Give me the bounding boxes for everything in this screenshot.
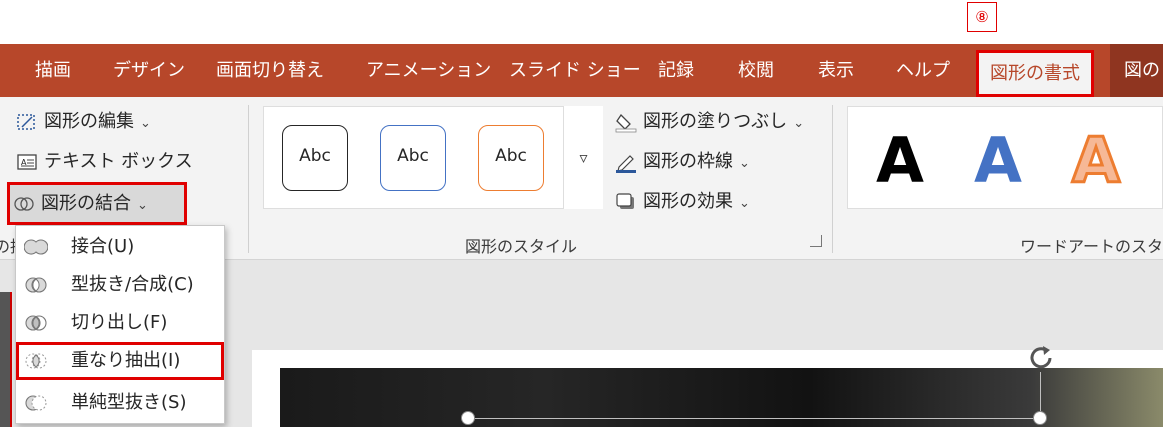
- style-swatch-orange[interactable]: Abc: [478, 125, 544, 191]
- slide-thumbnail[interactable]: [0, 292, 12, 427]
- shape-outline-button[interactable]: 図形の枠線 ⌄: [615, 147, 750, 177]
- tab-record[interactable]: 記録: [658, 44, 694, 97]
- text-box-label: テキスト ボックス: [44, 151, 193, 172]
- menu-item-intersect[interactable]: 重なり抽出(I): [16, 342, 224, 380]
- tab-picture-format[interactable]: 図の: [1110, 44, 1163, 97]
- wordart-styles-gallery: A A A: [847, 106, 1163, 209]
- merge-shapes-label: 図形の結合: [41, 193, 131, 214]
- chevron-down-icon: ⌄: [793, 116, 805, 131]
- style-swatch-blue[interactable]: Abc: [380, 125, 446, 191]
- shape-outline-label: 図形の枠線: [643, 151, 733, 172]
- menu-item-label: 型抜き/合成(C): [71, 274, 194, 295]
- edit-shape-label: 図形の編集: [44, 111, 134, 132]
- menu-item-label: 重なり抽出(I): [71, 350, 181, 371]
- subtract-icon: [25, 395, 47, 411]
- group-divider: [832, 105, 833, 253]
- menu-item-fragment[interactable]: 切り出し(F): [16, 304, 224, 342]
- edit-shape-button[interactable]: 図形の編集 ⌄: [16, 107, 151, 137]
- shape-styles-group-label: 図形のスタイル: [465, 237, 578, 256]
- tab-view[interactable]: 表示: [818, 44, 854, 97]
- menu-item-subtract[interactable]: 単純型抜き(S): [16, 384, 224, 422]
- shape-fill-button[interactable]: 図形の塗りつぶし ⌄: [615, 107, 804, 137]
- gallery-more-button[interactable]: ▿: [563, 106, 603, 209]
- paint-bucket-icon: [615, 113, 637, 133]
- text-box-icon: A: [17, 154, 37, 170]
- callout-8: ⑧: [967, 2, 997, 32]
- fragment-icon: [25, 315, 47, 331]
- style-swatch-black[interactable]: Abc: [282, 125, 348, 191]
- menu-item-combine[interactable]: 型抜き/合成(C): [16, 266, 224, 304]
- merge-shapes-menu: 接合(U) 型抜き/合成(C) 切り出し(F) 重なり抽出(I) 単純型抜き(S…: [15, 225, 225, 424]
- gallery-expand-icon: ▿: [579, 148, 588, 167]
- selection-outline: [468, 418, 1041, 419]
- edit-shape-icon: [17, 114, 35, 130]
- tab-review[interactable]: 校閲: [738, 44, 774, 97]
- shape-styles-gallery: Abc Abc Abc: [263, 106, 603, 209]
- intersect-icon: [25, 353, 47, 369]
- union-icon: [24, 239, 48, 255]
- chevron-down-icon: ⌄: [140, 116, 151, 131]
- chevron-down-icon: ⌄: [739, 196, 750, 211]
- shape-effects-icon: [616, 193, 634, 209]
- merge-shapes-icon: [14, 197, 34, 211]
- shape-effects-label: 図形の効果: [643, 191, 733, 212]
- tab-draw[interactable]: 描画: [35, 44, 71, 97]
- tab-design[interactable]: デザイン: [113, 44, 185, 97]
- dialog-launcher-icon[interactable]: [810, 235, 822, 247]
- tab-help[interactable]: ヘルプ: [896, 44, 950, 97]
- merge-shapes-button[interactable]: 図形の結合 ⌄: [7, 182, 187, 225]
- combine-icon: [25, 277, 47, 293]
- resize-handle[interactable]: [461, 411, 475, 425]
- group-divider: [248, 105, 249, 253]
- menu-item-label: 単純型抜き(S): [71, 392, 187, 413]
- menu-item-label: 接合(U): [71, 236, 135, 257]
- resize-handle[interactable]: [1033, 411, 1047, 425]
- tab-shape-format[interactable]: 図形の書式: [976, 50, 1094, 97]
- tab-animations[interactable]: アニメーション: [366, 44, 491, 97]
- chevron-down-icon: ⌄: [137, 198, 148, 213]
- rotate-handle-icon[interactable]: [1025, 342, 1057, 374]
- chevron-down-icon: ⌄: [739, 156, 750, 171]
- wordart-group-label: ワードアートのスタ: [1020, 237, 1163, 256]
- ribbon-tab-bar: 描画 デザイン 画面切り替え アニメーション スライド ショー 記録 校閲 表示…: [0, 44, 1163, 97]
- menu-item-union[interactable]: 接合(U): [16, 228, 224, 266]
- tab-transitions[interactable]: 画面切り替え: [216, 44, 324, 97]
- wordart-style-blue[interactable]: A: [974, 121, 1022, 201]
- pen-icon: [616, 155, 636, 173]
- menu-item-label: 切り出し(F): [71, 312, 168, 333]
- wordart-style-black[interactable]: A: [876, 121, 924, 201]
- wordart-style-orange[interactable]: A: [1071, 121, 1122, 201]
- shape-fill-label: 図形の塗りつぶし: [643, 111, 788, 132]
- tab-slideshow[interactable]: スライド ショー: [509, 44, 641, 97]
- text-box-button[interactable]: A テキスト ボックス: [16, 147, 193, 177]
- shape-effects-button[interactable]: 図形の効果 ⌄: [615, 187, 750, 217]
